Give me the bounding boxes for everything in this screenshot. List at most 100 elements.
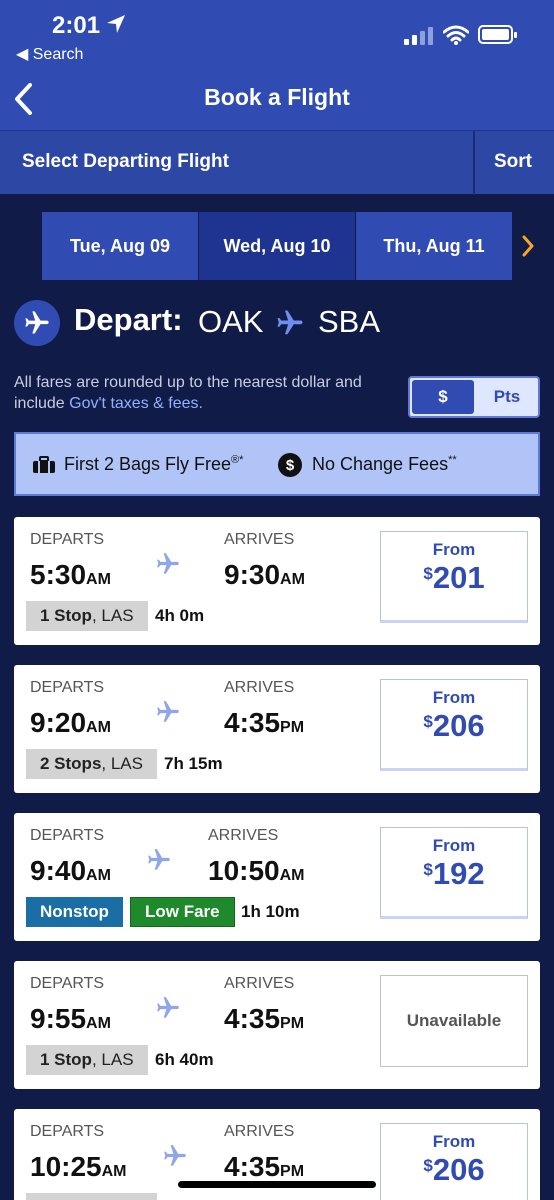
bag-icon: [33, 456, 55, 473]
depart-time-value: 9:55: [30, 1003, 87, 1034]
home-indicator[interactable]: [178, 1181, 376, 1188]
dollar-sign: $: [423, 1156, 433, 1175]
dollars-option[interactable]: $: [412, 380, 474, 414]
fare-button[interactable]: From $201: [380, 531, 528, 623]
flight-duration: 4h 0m: [155, 606, 205, 625]
plane-icon: [157, 553, 179, 574]
plane-icon: [148, 849, 170, 870]
promo-banner: First 2 Bags Fly Free®* $ No Change Fees…: [14, 432, 540, 496]
arrive-time-value: 9:30: [224, 559, 281, 590]
departs-label: DEPARTS: [30, 531, 105, 548]
stops-via: , LAS: [91, 606, 134, 625]
plane-icon: [157, 701, 179, 722]
divider: [473, 131, 475, 195]
fare-button[interactable]: From $206: [380, 679, 528, 771]
depart-time: 9:20AM: [30, 707, 111, 739]
bags-text: First 2 Bags Fly Free: [64, 454, 232, 474]
depart-time-value: 5:30: [30, 559, 87, 590]
bags-mark: ®*: [231, 454, 244, 466]
from-label: From: [432, 1132, 476, 1151]
arrives-label: ARRIVES: [224, 1123, 295, 1140]
dollar-sign: $: [423, 564, 433, 583]
date-tab-aug-09[interactable]: Tue, Aug 09: [42, 212, 198, 280]
from-label: From: [432, 688, 476, 707]
points-option[interactable]: Pts: [476, 380, 538, 414]
stops-badge: 2 Stops, LAS: [26, 749, 157, 779]
arrives-label: ARRIVES: [224, 975, 295, 992]
depart-ampm: AM: [86, 867, 111, 884]
stops-via: , LAS: [101, 754, 143, 773]
arrive-time-value: 10:50: [208, 855, 280, 886]
depart-time-value: 9:20: [30, 707, 87, 738]
no-change-mark: **: [448, 454, 457, 466]
depart-time: 5:30AM: [30, 559, 111, 591]
stops-count: 1 Stop: [40, 606, 92, 625]
depart-time-value: 9:40: [30, 855, 87, 886]
date-tab-aug-10[interactable]: Wed, Aug 10: [199, 212, 355, 280]
depart-ampm: AM: [86, 719, 111, 736]
no-change-fees-text: No Change Fees**: [312, 454, 457, 475]
from-label: From: [432, 836, 476, 855]
arrives-label: ARRIVES: [208, 827, 279, 844]
unavailable-fare: Unavailable: [380, 975, 528, 1067]
fare-button[interactable]: From $206: [380, 1123, 528, 1200]
no-change-text: No Change Fees: [312, 454, 449, 474]
flight-card[interactable]: DEPARTS ARRIVES 9:40AM 10:50AM Nonstop L…: [14, 813, 540, 941]
plane-icon: [164, 1145, 186, 1166]
plane-icon: [277, 310, 303, 335]
stops-badge: [26, 1193, 157, 1200]
flight-card[interactable]: DEPARTS ARRIVES 9:20AM 4:35PM 2 Stops, L…: [14, 665, 540, 793]
fare-value: 192: [432, 856, 485, 891]
arrive-time: 9:30AM: [224, 559, 305, 591]
signal-icon: [404, 27, 433, 45]
nonstop-badge: Nonstop: [26, 897, 123, 927]
section-title: Select Departing Flight: [22, 151, 229, 172]
depart-ampm: AM: [101, 1163, 127, 1180]
arrives-label: ARRIVES: [224, 531, 295, 548]
plane-icon: [157, 997, 179, 1018]
departs-label: DEPARTS: [30, 1123, 105, 1140]
fare-button[interactable]: From $192: [380, 827, 528, 919]
dollar-sign: $: [423, 712, 433, 731]
date-tab-aug-11[interactable]: Thu, Aug 11: [356, 212, 512, 280]
fare-price: $206: [381, 708, 527, 744]
fare-price: $206: [381, 1152, 527, 1188]
depart-time: 9:40AM: [30, 855, 111, 887]
arrive-time: 4:35PM: [224, 1003, 304, 1035]
arrive-ampm: PM: [280, 1163, 305, 1180]
arrive-ampm: AM: [280, 571, 305, 588]
arrive-ampm: AM: [279, 867, 305, 884]
plane-badge: [14, 300, 60, 346]
origin-code: OAK: [198, 304, 264, 339]
fare-value: 206: [432, 1152, 485, 1187]
stops-count: 2 Stops: [40, 754, 102, 773]
arrive-ampm: PM: [280, 1015, 305, 1032]
depart-time-value: 10:25: [30, 1151, 102, 1182]
departs-label: DEPARTS: [30, 827, 105, 844]
chevron-right-icon[interactable]: [520, 232, 536, 260]
low-fare-badge: Low Fare: [130, 897, 235, 927]
arrive-time-value: 4:35: [224, 1003, 281, 1034]
wifi-icon: [443, 25, 469, 45]
depart-label: Depart:: [74, 302, 183, 337]
arrive-time: 10:50AM: [208, 855, 305, 887]
status-time: 2:01: [52, 12, 101, 39]
page-title: Book a Flight: [204, 84, 350, 110]
arrive-time-value: 4:35: [224, 1151, 281, 1182]
taxes-fees-link[interactable]: Gov't taxes & fees.: [69, 395, 203, 412]
dollar-circle-icon: $: [278, 453, 302, 477]
depart-ampm: AM: [86, 1015, 111, 1032]
sort-button[interactable]: Sort: [494, 151, 532, 173]
arrives-label: ARRIVES: [224, 679, 295, 696]
departs-label: DEPARTS: [30, 679, 105, 696]
currency-toggle: $ Pts: [408, 376, 540, 418]
fare-price: $201: [381, 560, 527, 596]
back-to-search-link[interactable]: ◀ Search: [16, 44, 83, 64]
flight-card[interactable]: DEPARTS ARRIVES 9:55AM 4:35PM 1 Stop, LA…: [14, 961, 540, 1089]
fare-value: 201: [432, 560, 485, 595]
arrive-ampm: PM: [280, 719, 305, 736]
flight-card[interactable]: DEPARTS ARRIVES 5:30AM 9:30AM 1 Stop, LA…: [14, 517, 540, 645]
dollar-sign: $: [423, 860, 433, 879]
location-arrow-icon: [107, 15, 125, 33]
flight-duration: 1h 10m: [241, 902, 300, 921]
